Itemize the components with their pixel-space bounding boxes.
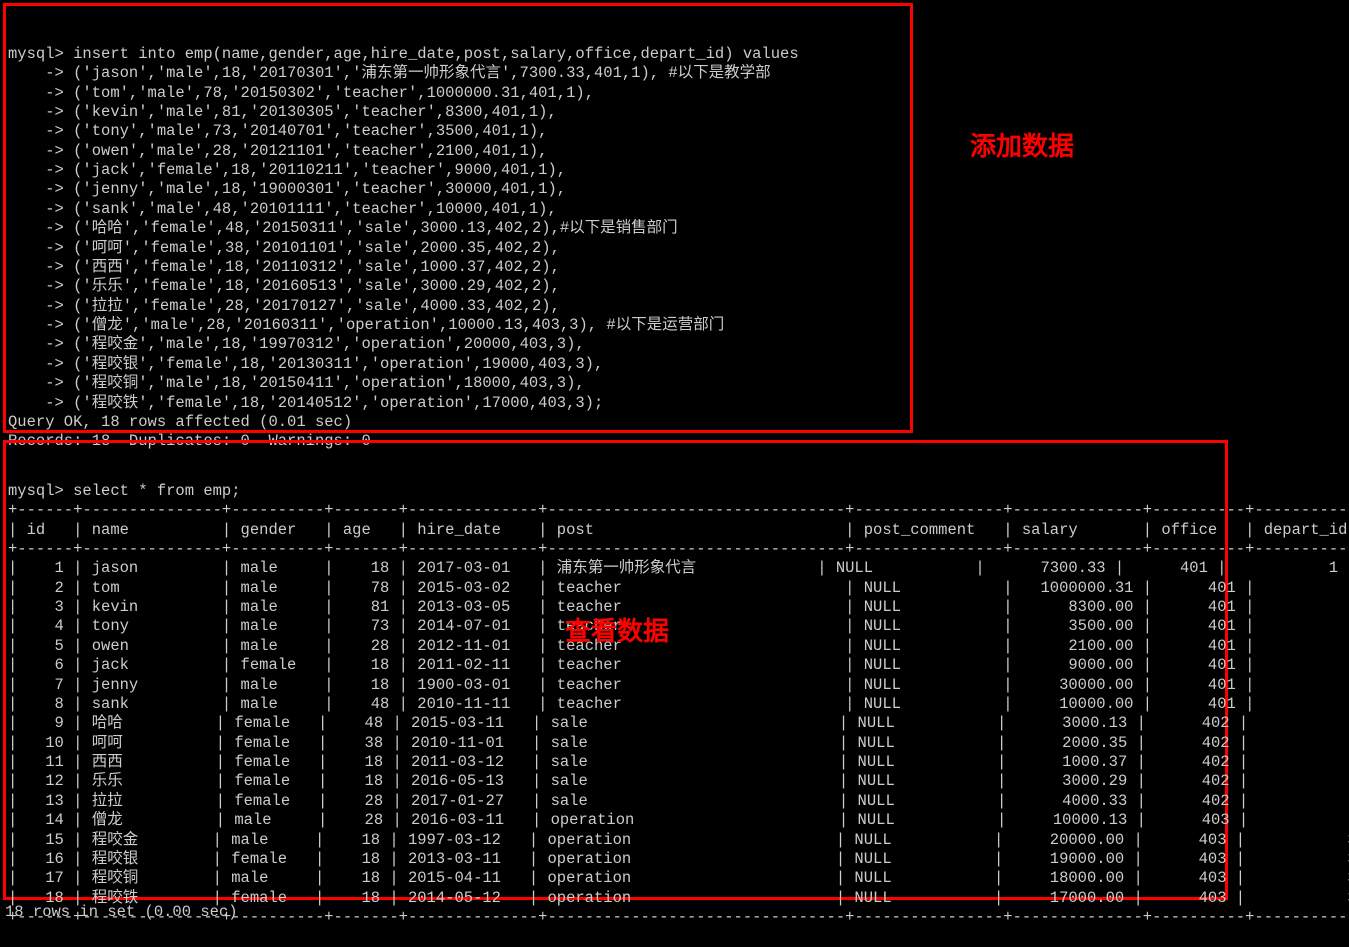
label-add-data: 添加数据 (970, 130, 1074, 163)
footer-text: 18 rows in set (0.00 sec) (5, 903, 238, 922)
label-view-data: 查看数据 (565, 615, 669, 648)
insert-text: mysql> insert into emp(name,gender,age,h… (8, 45, 908, 452)
select-text: mysql> select * from emp; +------+------… (8, 482, 1223, 928)
insert-box: mysql> insert into emp(name,gender,age,h… (3, 3, 913, 433)
select-box: mysql> select * from emp; +------+------… (3, 440, 1228, 900)
